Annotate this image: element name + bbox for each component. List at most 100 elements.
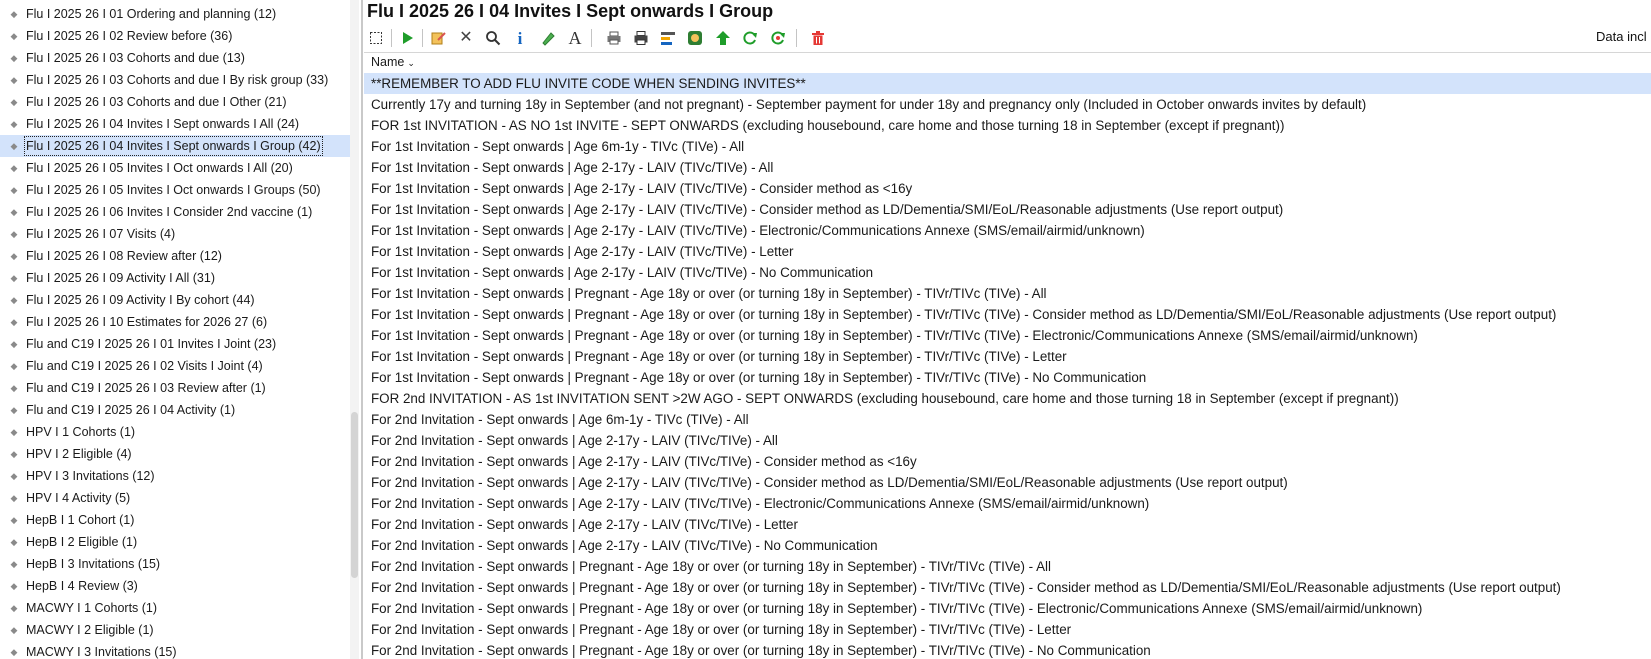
list-item[interactable]: For 2nd Invitation - Sept onwards | Preg…	[364, 556, 1651, 577]
tree-item[interactable]: ◆ MACWY I 2 Eligible (1)	[0, 619, 352, 641]
tree-item[interactable]: ◆ HepB I 1 Cohort (1)	[0, 509, 352, 531]
report-icon[interactable]	[657, 27, 679, 49]
toolbar-separator	[422, 29, 423, 47]
tree-item[interactable]: ◆ Flu and C19 I 2025 26 I 04 Activity (1)	[0, 399, 352, 421]
tree-bullet-icon: ◆	[10, 581, 18, 591]
list-item[interactable]: FOR 2nd INVITATION - AS 1st INVITATION S…	[364, 388, 1651, 409]
tree-item[interactable]: ◆ MACWY I 1 Cohorts (1)	[0, 597, 352, 619]
tree-item[interactable]: ◆ Flu I 2025 26 I 08 Review after (12)	[0, 245, 352, 267]
tree-item[interactable]: ◆ HepB I 3 Invitations (15)	[0, 553, 352, 575]
tree-bullet-icon: ◆	[10, 647, 18, 657]
list-item[interactable]: Currently 17y and turning 18y in Septemb…	[364, 94, 1651, 115]
tree-item[interactable]: ◆ Flu I 2025 26 I 01 Ordering and plannin…	[0, 3, 352, 25]
list-item[interactable]: For 1st Invitation - Sept onwards | Age …	[364, 220, 1651, 241]
tree-item-label: HPV I 1 Cohorts (1)	[26, 425, 136, 439]
tree-item-label: MACWY I 2 Eligible (1)	[26, 623, 154, 637]
search-icon[interactable]	[482, 27, 504, 49]
list-item[interactable]: For 2nd Invitation - Sept onwards | Preg…	[364, 640, 1651, 659]
list-item[interactable]: For 1st Invitation - Sept onwards | Preg…	[364, 367, 1651, 388]
tree-item[interactable]: ◆ Flu I 2025 26 I 07 Visits (4)	[0, 223, 352, 245]
list-item[interactable]: For 1st Invitation - Sept onwards | Age …	[364, 241, 1651, 262]
list-item[interactable]: For 2nd Invitation - Sept onwards | Preg…	[364, 598, 1651, 619]
list-item[interactable]: **REMEMBER TO ADD FLU INVITE CODE WHEN S…	[364, 73, 1651, 94]
tree-item[interactable]: ◆ Flu and C19 I 2025 26 I 01 Invites I Jo…	[0, 333, 352, 355]
tree-item[interactable]: ◆ HPV I 1 Cohorts (1)	[0, 421, 352, 443]
tree-item[interactable]: ◆ Flu and C19 I 2025 26 I 02 Visits I Joi…	[0, 355, 352, 377]
info-icon[interactable]: i	[509, 27, 531, 49]
list-item[interactable]: For 1st Invitation - Sept onwards | Preg…	[364, 283, 1651, 304]
tree-bullet-icon: ◆	[10, 603, 18, 613]
tree-item-label: Flu I 2025 26 I 03 Cohorts and due I By …	[26, 73, 329, 87]
tree-item[interactable]: ◆ Flu I 2025 26 I 05 Invites I Oct onward…	[0, 157, 352, 179]
print-all-icon[interactable]	[630, 27, 652, 49]
tree-bullet-icon: ◆	[10, 207, 18, 217]
print-icon[interactable]	[603, 27, 625, 49]
trash-icon[interactable]	[807, 27, 829, 49]
tree-item-label: Flu I 2025 26 I 02 Review before (36)	[26, 29, 233, 43]
tree-item-label: HepB I 2 Eligible (1)	[26, 535, 138, 549]
tree-item-label: HepB I 4 Review (3)	[26, 579, 138, 593]
list-item[interactable]: For 2nd Invitation - Sept onwards | Age …	[364, 535, 1651, 556]
list-item[interactable]: For 2nd Invitation - Sept onwards | Age …	[364, 514, 1651, 535]
tree-item[interactable]: ◆ HepB I 4 Review (3)	[0, 575, 352, 597]
pen-icon[interactable]	[537, 27, 559, 49]
upload-icon[interactable]	[712, 27, 734, 49]
tree-item[interactable]: ◆ Flu I 2025 26 I 04 Invites I Sept onwar…	[0, 135, 352, 157]
edit-icon[interactable]	[427, 27, 449, 49]
tree-item[interactable]: ◆ Flu I 2025 26 I 03 Cohorts and due I By…	[0, 69, 352, 91]
font-icon[interactable]: A	[564, 27, 586, 49]
tree-item-label: Flu I 2025 26 I 03 Cohorts and due (13)	[26, 51, 245, 65]
tree-item-label: HepB I 1 Cohort (1)	[26, 513, 135, 527]
list-item[interactable]: For 1st Invitation - Sept onwards | Preg…	[364, 304, 1651, 325]
list-item[interactable]: For 2nd Invitation - Sept onwards | Age …	[364, 493, 1651, 514]
refresh-all-icon[interactable]	[767, 27, 789, 49]
refresh-icon[interactable]	[739, 27, 761, 49]
name-column-header[interactable]: Name ⌄	[371, 55, 415, 69]
tree-item-label: Flu I 2025 26 I 03 Cohorts and due I Oth…	[26, 95, 287, 109]
list-item[interactable]: For 1st Invitation - Sept onwards | Age …	[364, 157, 1651, 178]
tree-item[interactable]: ◆ Flu I 2025 26 I 09 Activity I By cohort…	[0, 289, 352, 311]
list-item[interactable]: FOR 1st INVITATION - AS NO 1st INVITE - …	[364, 115, 1651, 136]
tree-item[interactable]: ◆ Flu I 2025 26 I 02 Review before (36)	[0, 25, 352, 47]
list-item[interactable]: For 1st Invitation - Sept onwards | Age …	[364, 136, 1651, 157]
tree-item[interactable]: ◆ MACWY I 3 Invitations (15)	[0, 641, 352, 659]
tree-item-label: Flu I 2025 26 I 10 Estimates for 2026 27…	[26, 315, 268, 329]
tree-item[interactable]: ◆ Flu I 2025 26 I 04 Invites I Sept onwar…	[0, 113, 352, 135]
list-item[interactable]: For 1st Invitation - Sept onwards | Preg…	[364, 325, 1651, 346]
list-item[interactable]: For 2nd Invitation - Sept onwards | Age …	[364, 430, 1651, 451]
list-item[interactable]: For 1st Invitation - Sept onwards | Age …	[364, 262, 1651, 283]
tree-bullet-icon: ◆	[10, 427, 18, 437]
list-item[interactable]: For 2nd Invitation - Sept onwards | Age …	[364, 409, 1651, 430]
tree-bullet-icon: ◆	[10, 97, 18, 107]
sidebar-scrollbar-thumb[interactable]	[351, 412, 358, 578]
pane-splitter[interactable]	[361, 0, 363, 659]
list-item[interactable]: For 2nd Invitation - Sept onwards | Preg…	[364, 577, 1651, 598]
list-item[interactable]: For 2nd Invitation - Sept onwards | Age …	[364, 472, 1651, 493]
list-item[interactable]: For 1st Invitation - Sept onwards | Age …	[364, 199, 1651, 220]
chevron-down-icon: ⌄	[407, 58, 415, 68]
tree-item[interactable]: ◆ HPV I 2 Eligible (4)	[0, 443, 352, 465]
tree-item-label: Flu I 2025 26 I 06 Invites I Consider 2n…	[26, 205, 313, 219]
tree-item[interactable]: ◆ Flu I 2025 26 I 09 Activity I All (31)	[0, 267, 352, 289]
run-icon[interactable]	[396, 27, 418, 49]
tree-item-label: Flu I 2025 26 I 09 Activity I All (31)	[26, 271, 215, 285]
badge-icon[interactable]	[684, 27, 706, 49]
tree-item[interactable]: ◆ HPV I 3 Invitations (12)	[0, 465, 352, 487]
tree-item[interactable]: ◆ HepB I 2 Eligible (1)	[0, 531, 352, 553]
tree-item[interactable]: ◆ HPV I 4 Activity (5)	[0, 487, 352, 509]
tree-bullet-icon: ◆	[10, 53, 18, 63]
list-item[interactable]: For 1st Invitation - Sept onwards | Age …	[364, 178, 1651, 199]
delete-icon[interactable]: ✕	[455, 27, 477, 49]
list-item[interactable]: For 2nd Invitation - Sept onwards | Age …	[364, 451, 1651, 472]
list-item[interactable]: For 2nd Invitation - Sept onwards | Preg…	[364, 619, 1651, 640]
tree-item[interactable]: ◆ Flu I 2025 26 I 06 Invites I Consider 2…	[0, 201, 352, 223]
tree-bullet-icon: ◆	[10, 515, 18, 525]
select-icon[interactable]	[365, 27, 387, 49]
tree-item[interactable]: ◆ Flu I 2025 26 I 05 Invites I Oct onward…	[0, 179, 352, 201]
list-item[interactable]: For 1st Invitation - Sept onwards | Preg…	[364, 346, 1651, 367]
tree-bullet-icon: ◆	[10, 559, 18, 569]
tree-item[interactable]: ◆ Flu I 2025 26 I 03 Cohorts and due I Ot…	[0, 91, 352, 113]
tree-item[interactable]: ◆ Flu and C19 I 2025 26 I 03 Review after…	[0, 377, 352, 399]
tree-item[interactable]: ◆ Flu I 2025 26 I 10 Estimates for 2026 2…	[0, 311, 352, 333]
tree-item[interactable]: ◆ Flu I 2025 26 I 03 Cohorts and due (13)	[0, 47, 352, 69]
